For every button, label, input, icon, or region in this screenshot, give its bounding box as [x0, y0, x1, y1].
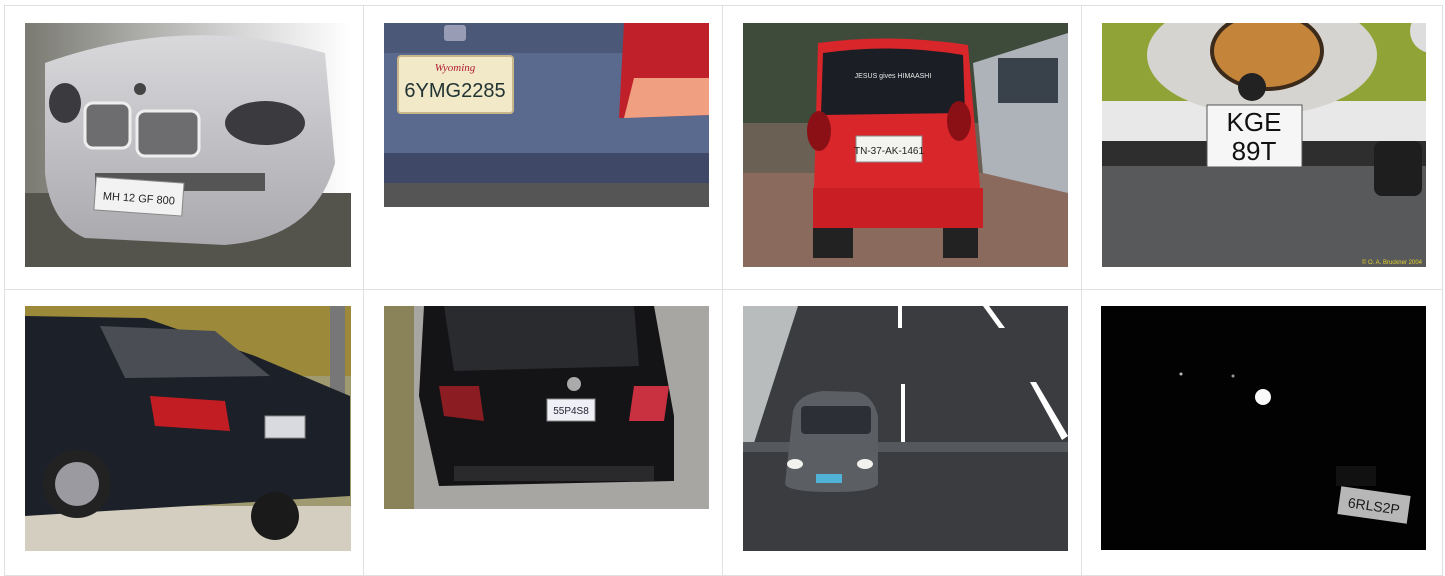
- car-image-night-scene[interactable]: 6RLS2P: [1101, 306, 1426, 550]
- car-image-spare-tire-rear[interactable]: KGE 89T © O. A. Bruckner 2004: [1102, 23, 1426, 267]
- license-plate-text: 6YMG2285: [404, 80, 505, 102]
- license-plate-line2: 89T: [1232, 136, 1277, 166]
- license-plate-text: 55P4S8: [553, 406, 589, 417]
- rear-window-sticker-text: JESUS gives HIMAASHI: [855, 73, 932, 80]
- car-image-silver-bmw-front[interactable]: MH 12 GF 800: [25, 23, 351, 267]
- car-image-black-mercedes-rear[interactable]: 55P4S8: [384, 306, 709, 509]
- license-plate-text: TN-37-AK-1461: [854, 146, 924, 157]
- car-image-red-chevrolet-rear[interactable]: JESUS gives HIMAASHI TN-37-AK-1461: [743, 23, 1068, 267]
- plate-state-text: Wyoming: [435, 62, 476, 74]
- car-image-grey-vw-road[interactable]: [743, 306, 1068, 551]
- photo-credit-text: © O. A. Bruckner 2004: [1362, 259, 1423, 266]
- car-image-dark-bmw-rear[interactable]: [25, 306, 351, 551]
- license-plate-line1: KGE: [1227, 107, 1282, 137]
- car-image-blue-honda-rear[interactable]: Wyoming 6YMG2285: [384, 23, 709, 207]
